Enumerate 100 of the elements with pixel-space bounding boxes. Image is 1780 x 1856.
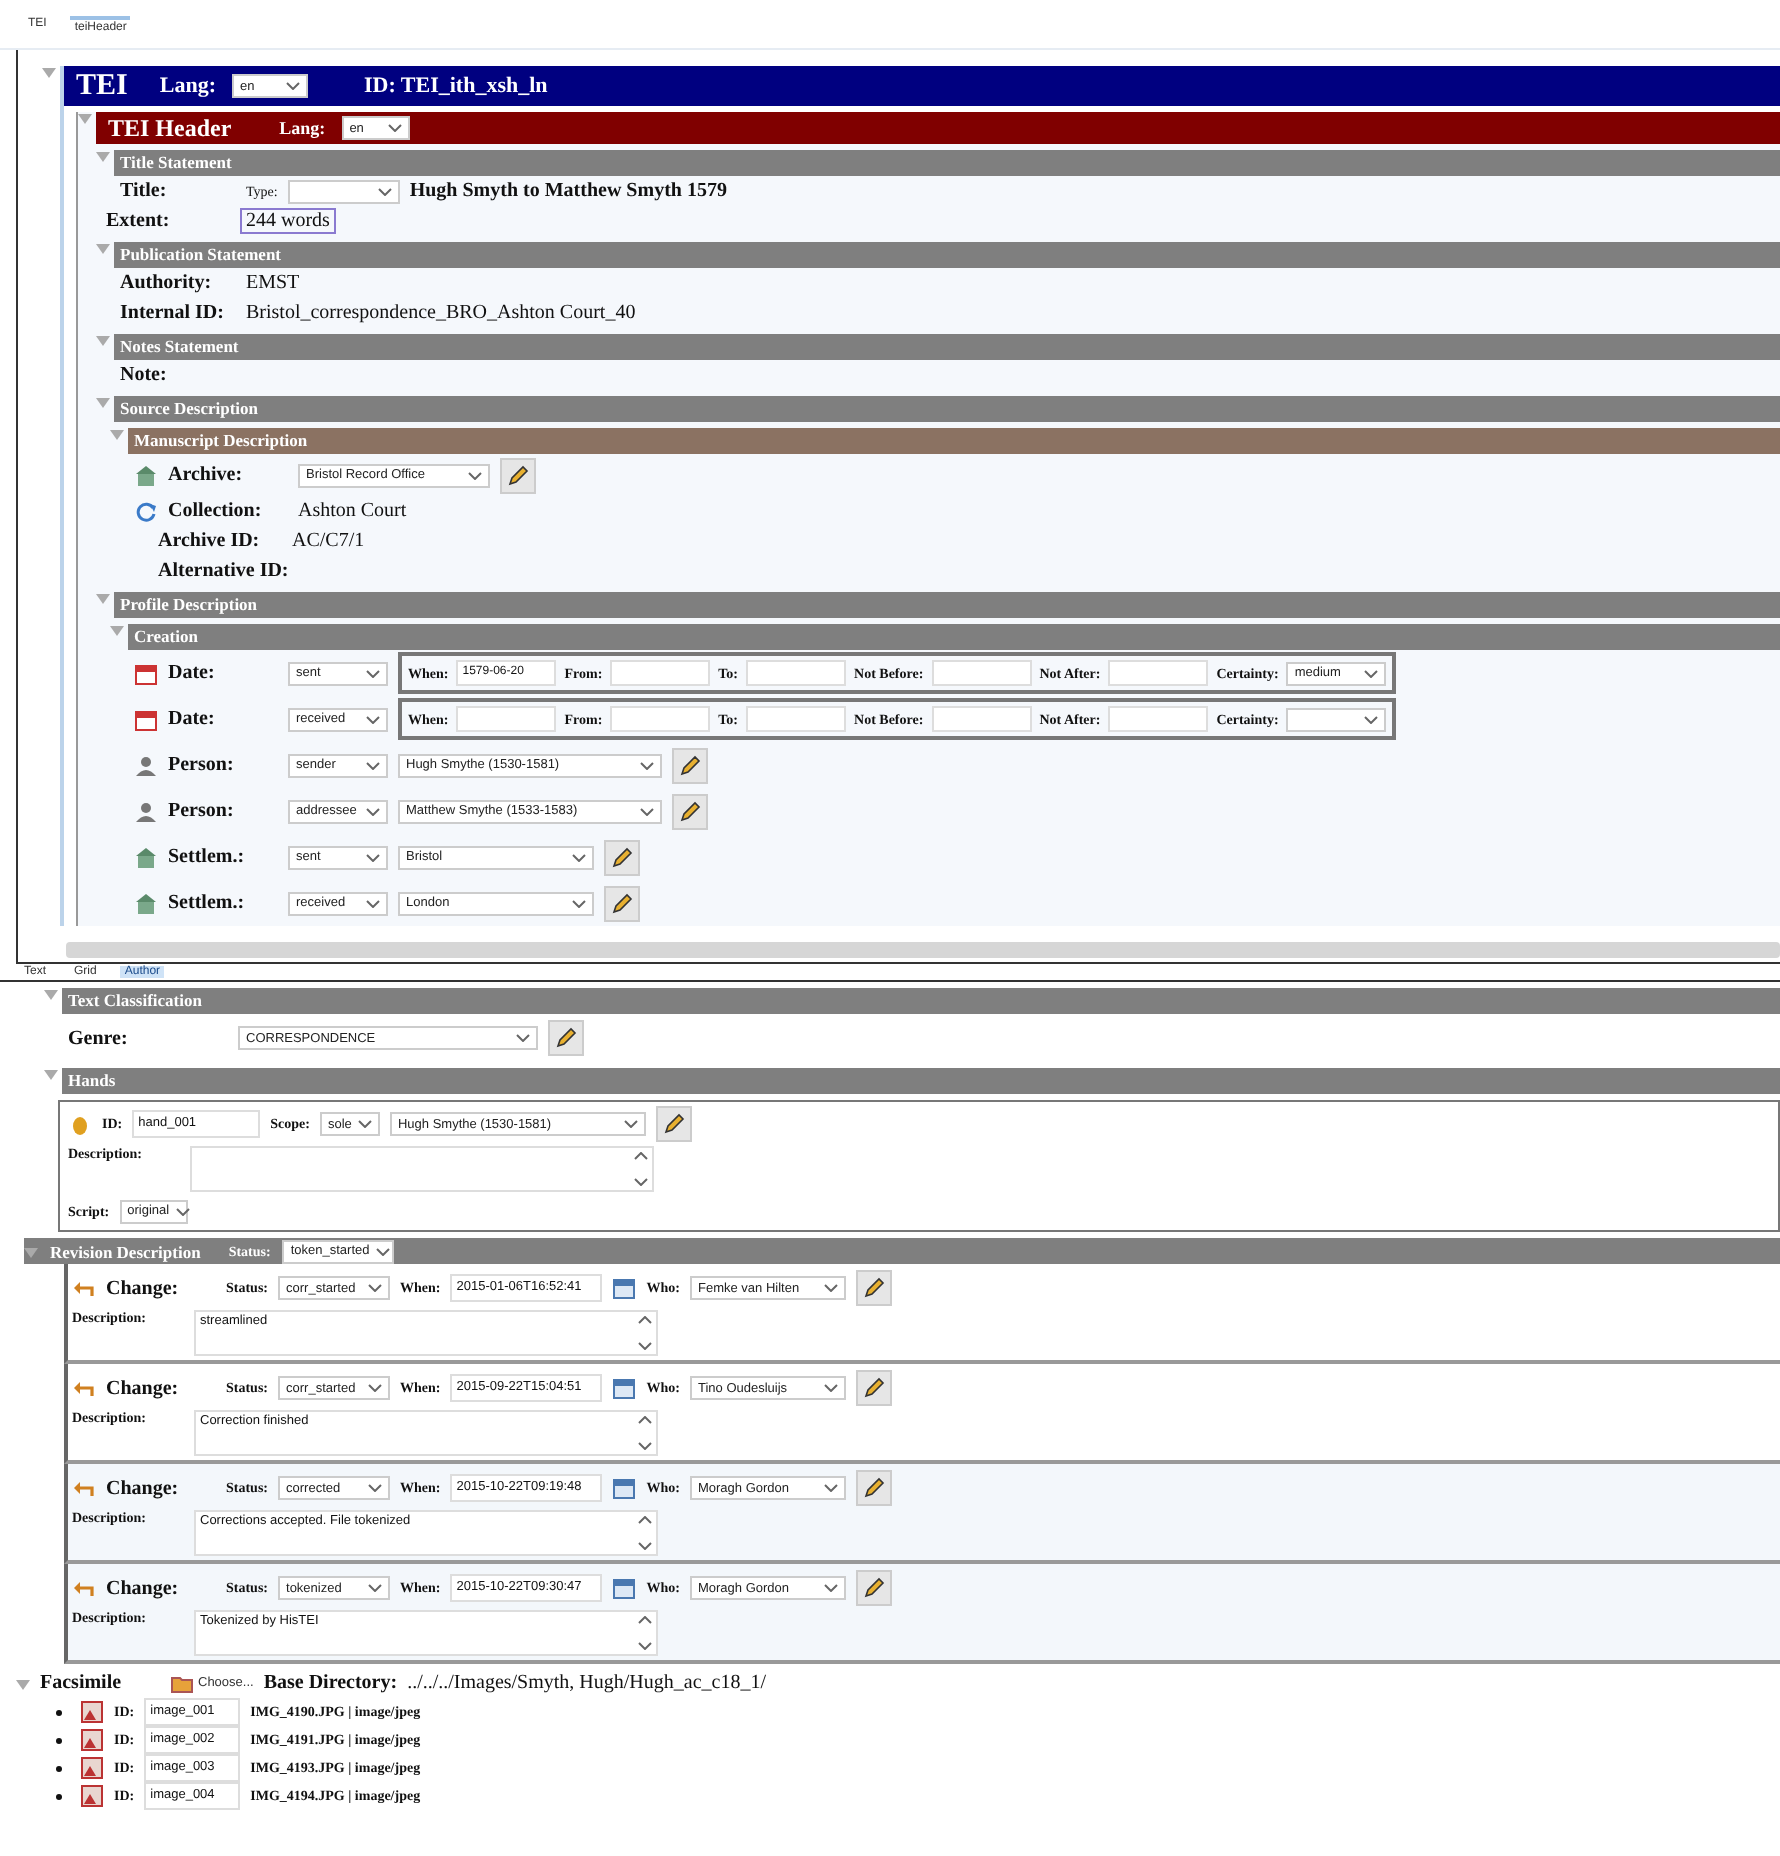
person-icon xyxy=(134,799,158,823)
chevron-down-icon xyxy=(638,1316,652,1324)
field-label: Archive: xyxy=(168,464,245,486)
edit-button[interactable] xyxy=(500,457,536,493)
horizontal-scrollbar[interactable] xyxy=(66,942,1780,958)
edit-button[interactable] xyxy=(604,885,640,921)
bullet-icon xyxy=(56,1765,62,1771)
section-header: Manuscript Description xyxy=(128,428,1780,454)
chevron-down-icon xyxy=(638,1542,652,1550)
pencil-icon xyxy=(861,1576,886,1600)
collapse-icon[interactable] xyxy=(96,336,110,346)
field-label: Collection: xyxy=(168,500,264,522)
date-input[interactable] xyxy=(610,706,711,732)
edit-button[interactable] xyxy=(672,747,708,783)
edit-button[interactable] xyxy=(855,1470,892,1506)
field-label: Change: xyxy=(106,1277,181,1299)
field-value: AC/C7/1 xyxy=(292,530,365,552)
pencil-icon xyxy=(506,463,530,487)
pencil-icon xyxy=(861,1476,886,1500)
field-label: Date: xyxy=(168,662,217,684)
chevron-down-icon xyxy=(823,1484,838,1492)
edit-button[interactable] xyxy=(672,793,708,829)
element-title: TEI Header xyxy=(108,113,232,143)
chevron-down-icon xyxy=(638,1416,652,1424)
field-label: Internal ID: xyxy=(120,302,226,324)
field-value: EMST xyxy=(246,272,300,294)
building-icon xyxy=(134,891,158,915)
field-label: Date: xyxy=(168,708,217,730)
edit-button[interactable] xyxy=(604,839,640,875)
pencil-icon xyxy=(661,1112,686,1136)
lang-label: Lang: xyxy=(279,118,326,138)
collapse-icon[interactable] xyxy=(44,990,58,1000)
date-input[interactable] xyxy=(1108,660,1209,686)
image-icon xyxy=(80,1756,104,1780)
chevron-down-icon xyxy=(638,1642,652,1650)
date-input[interactable] xyxy=(610,660,711,686)
date-input[interactable] xyxy=(746,706,847,732)
chevron-down-icon xyxy=(368,1384,383,1392)
calendar-icon[interactable] xyxy=(612,1476,637,1500)
chevron-down-icon xyxy=(368,1484,383,1492)
section-header: Text Classification xyxy=(62,988,1780,1014)
field-label: Note: xyxy=(120,364,167,386)
chevron-down-icon xyxy=(387,124,402,132)
collapse-icon[interactable] xyxy=(96,398,110,408)
bullet-icon xyxy=(56,1737,62,1743)
chevron-down-icon xyxy=(572,899,586,907)
field-label: Change: xyxy=(106,1477,181,1499)
pencil-icon xyxy=(861,1376,886,1400)
chevron-down-icon xyxy=(638,1516,652,1524)
chevron-down-icon xyxy=(638,1442,652,1450)
pencil-icon xyxy=(610,891,634,915)
pencil-icon xyxy=(678,753,702,777)
collapse-icon[interactable] xyxy=(96,244,110,254)
date-input[interactable] xyxy=(931,706,1032,732)
calendar-icon[interactable] xyxy=(612,1376,637,1400)
chevron-down-icon xyxy=(1364,669,1379,677)
chevron-down-icon xyxy=(638,1342,652,1350)
edit-button[interactable] xyxy=(548,1020,584,1056)
date-input[interactable] xyxy=(931,660,1032,686)
edit-button[interactable] xyxy=(855,1270,892,1306)
collapse-icon[interactable] xyxy=(42,68,56,78)
chevron-down-icon xyxy=(366,669,380,677)
element-title: TEI xyxy=(76,69,128,103)
field-value: Ashton Court xyxy=(298,500,407,522)
collapse-icon[interactable] xyxy=(78,114,92,124)
collapse-icon[interactable] xyxy=(96,594,110,604)
chevron-down-icon xyxy=(623,1120,638,1128)
lang-label: Lang: xyxy=(159,74,216,98)
chevron-down-icon xyxy=(377,187,392,195)
field-label: Genre: xyxy=(68,1027,130,1049)
chevron-down-icon xyxy=(368,1584,383,1592)
edit-button[interactable] xyxy=(855,1570,892,1606)
edit-button[interactable] xyxy=(855,1370,892,1406)
collapse-icon[interactable] xyxy=(96,152,110,162)
dropdown[interactable] xyxy=(1286,707,1387,731)
chevron-down-icon xyxy=(516,1034,530,1042)
collapse-icon[interactable] xyxy=(24,1247,38,1257)
field-label: Extent: xyxy=(104,210,172,232)
description-field[interactable] xyxy=(190,1146,654,1192)
collapse-icon[interactable] xyxy=(16,1679,30,1689)
dropdown[interactable] xyxy=(287,179,400,203)
edit-button[interactable] xyxy=(655,1106,692,1142)
field-label: Authority: xyxy=(120,272,214,294)
calendar-icon[interactable] xyxy=(612,1276,637,1300)
chevron-down-icon xyxy=(375,1247,390,1255)
id-label: ID: TEI_ith_xsh_ln xyxy=(363,74,548,98)
extent-field[interactable]: 244 words xyxy=(240,208,336,234)
date-input[interactable] xyxy=(456,706,557,732)
field-value: Bristol_correspondence_BRO_Ashton Court_40 xyxy=(246,302,636,324)
chevron-down-icon xyxy=(640,807,654,815)
pencil-icon xyxy=(610,845,634,869)
collapse-icon[interactable] xyxy=(44,1070,58,1080)
pencil-icon xyxy=(554,1026,578,1050)
date-input[interactable] xyxy=(1108,706,1209,732)
calendar-icon[interactable] xyxy=(612,1576,637,1600)
date-input[interactable] xyxy=(746,660,847,686)
collapse-icon[interactable] xyxy=(110,430,124,440)
section-header: Hands xyxy=(62,1068,1780,1094)
collapse-icon[interactable] xyxy=(110,626,124,636)
chevron-down-icon xyxy=(638,1616,652,1624)
